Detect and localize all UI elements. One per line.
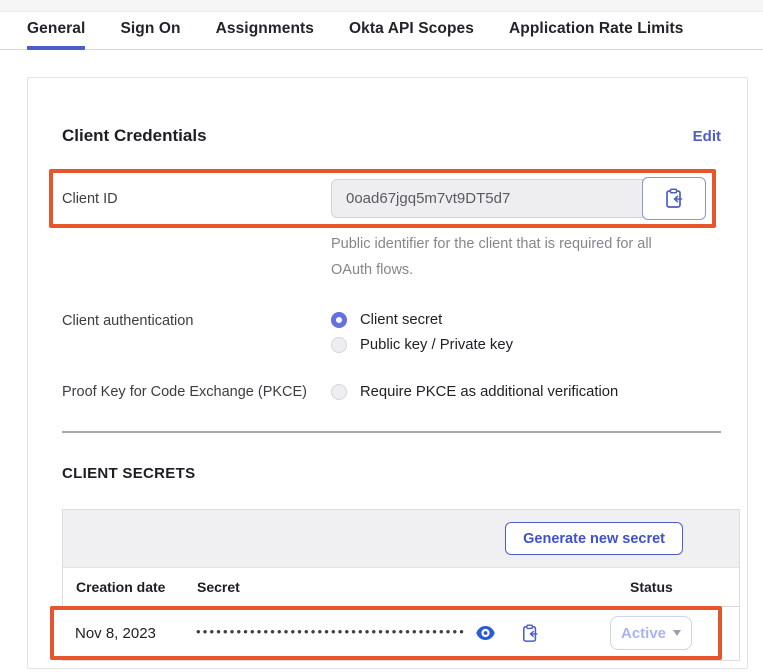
clipboard-copy-icon [522, 624, 539, 643]
card-header: Client Credentials Edit [62, 126, 721, 146]
tab-application-rate-limits[interactable]: Application Rate Limits [509, 12, 684, 50]
tab-sign-on[interactable]: Sign On [120, 12, 180, 50]
header-status: Status [630, 579, 726, 595]
pkce-label: Proof Key for Code Exchange (PKCE) [62, 384, 331, 400]
app-tabbar: General Sign On Assignments Okta API Sco… [0, 12, 763, 50]
edit-link[interactable]: Edit [693, 128, 721, 145]
tab-okta-api-scopes[interactable]: Okta API Scopes [349, 12, 474, 50]
tab-assignments[interactable]: Assignments [216, 12, 314, 50]
client-id-label: Client ID [62, 191, 331, 207]
client-authentication-label: Client authentication [62, 312, 331, 353]
option-public-private-key[interactable]: Public key / Private key [331, 337, 513, 353]
client-authentication-options: Client secret Public key / Private key [331, 312, 513, 353]
eye-icon [476, 626, 495, 640]
table-row: Nov 8, 2023 ••••••••••••••••••••••••••••… [54, 610, 718, 656]
pkce-checkbox-option[interactable]: Require PKCE as additional verification [331, 384, 618, 400]
highlight-box-client-secret: Nov 8, 2023 ••••••••••••••••••••••••••••… [50, 606, 722, 660]
card-title: Client Credentials [62, 126, 207, 146]
clipboard-copy-icon [665, 188, 684, 209]
pkce-checkbox-label: Require PKCE as additional verification [360, 384, 618, 400]
secrets-toolbar: Generate new secret [63, 510, 739, 568]
option-client-secret[interactable]: Client secret [331, 312, 513, 328]
header-secret: Secret [197, 579, 630, 595]
generate-new-secret-button[interactable]: Generate new secret [505, 522, 683, 555]
secret-cell: •••••••••••••••••••••••••••••••••••••••• [196, 624, 610, 643]
copy-client-id-button[interactable] [642, 177, 706, 220]
status-dropdown[interactable]: Active [610, 616, 692, 650]
header-creation-date: Creation date [76, 579, 197, 595]
radio-unselected-icon[interactable] [331, 337, 347, 353]
client-credentials-card: Client Credentials Edit Client ID [27, 77, 748, 669]
reveal-secret-button[interactable] [476, 626, 495, 640]
client-id-help-text: Public identifier for the client that is… [331, 231, 687, 283]
client-id-row: Client ID [53, 173, 712, 224]
status-badge: Active [621, 625, 666, 642]
client-secrets-title: CLIENT SECRETS [62, 465, 721, 482]
option-label: Client secret [360, 312, 442, 328]
radio-selected-icon[interactable] [331, 312, 347, 328]
chevron-down-icon [673, 630, 681, 636]
section-divider [62, 431, 721, 433]
masked-secret-value: •••••••••••••••••••••••••••••••••••••••• [196, 625, 466, 638]
checkbox-unchecked-icon[interactable] [331, 384, 347, 400]
window-top-strip [0, 0, 763, 12]
copy-secret-button[interactable] [522, 624, 539, 643]
client-authentication-row: Client authentication Client secret Publ… [62, 312, 721, 353]
client-id-input-group [331, 177, 706, 220]
table-header-row: Creation date Secret Status [63, 568, 739, 607]
option-label: Public key / Private key [360, 337, 513, 353]
client-id-input[interactable] [331, 179, 648, 218]
client-secrets-table: Generate new secret Creation date Secret… [62, 509, 740, 661]
secret-creation-date: Nov 8, 2023 [75, 625, 196, 642]
tab-general[interactable]: General [27, 12, 85, 50]
pkce-row: Proof Key for Code Exchange (PKCE) Requi… [62, 384, 721, 400]
highlight-box-client-id: Client ID [49, 169, 716, 228]
